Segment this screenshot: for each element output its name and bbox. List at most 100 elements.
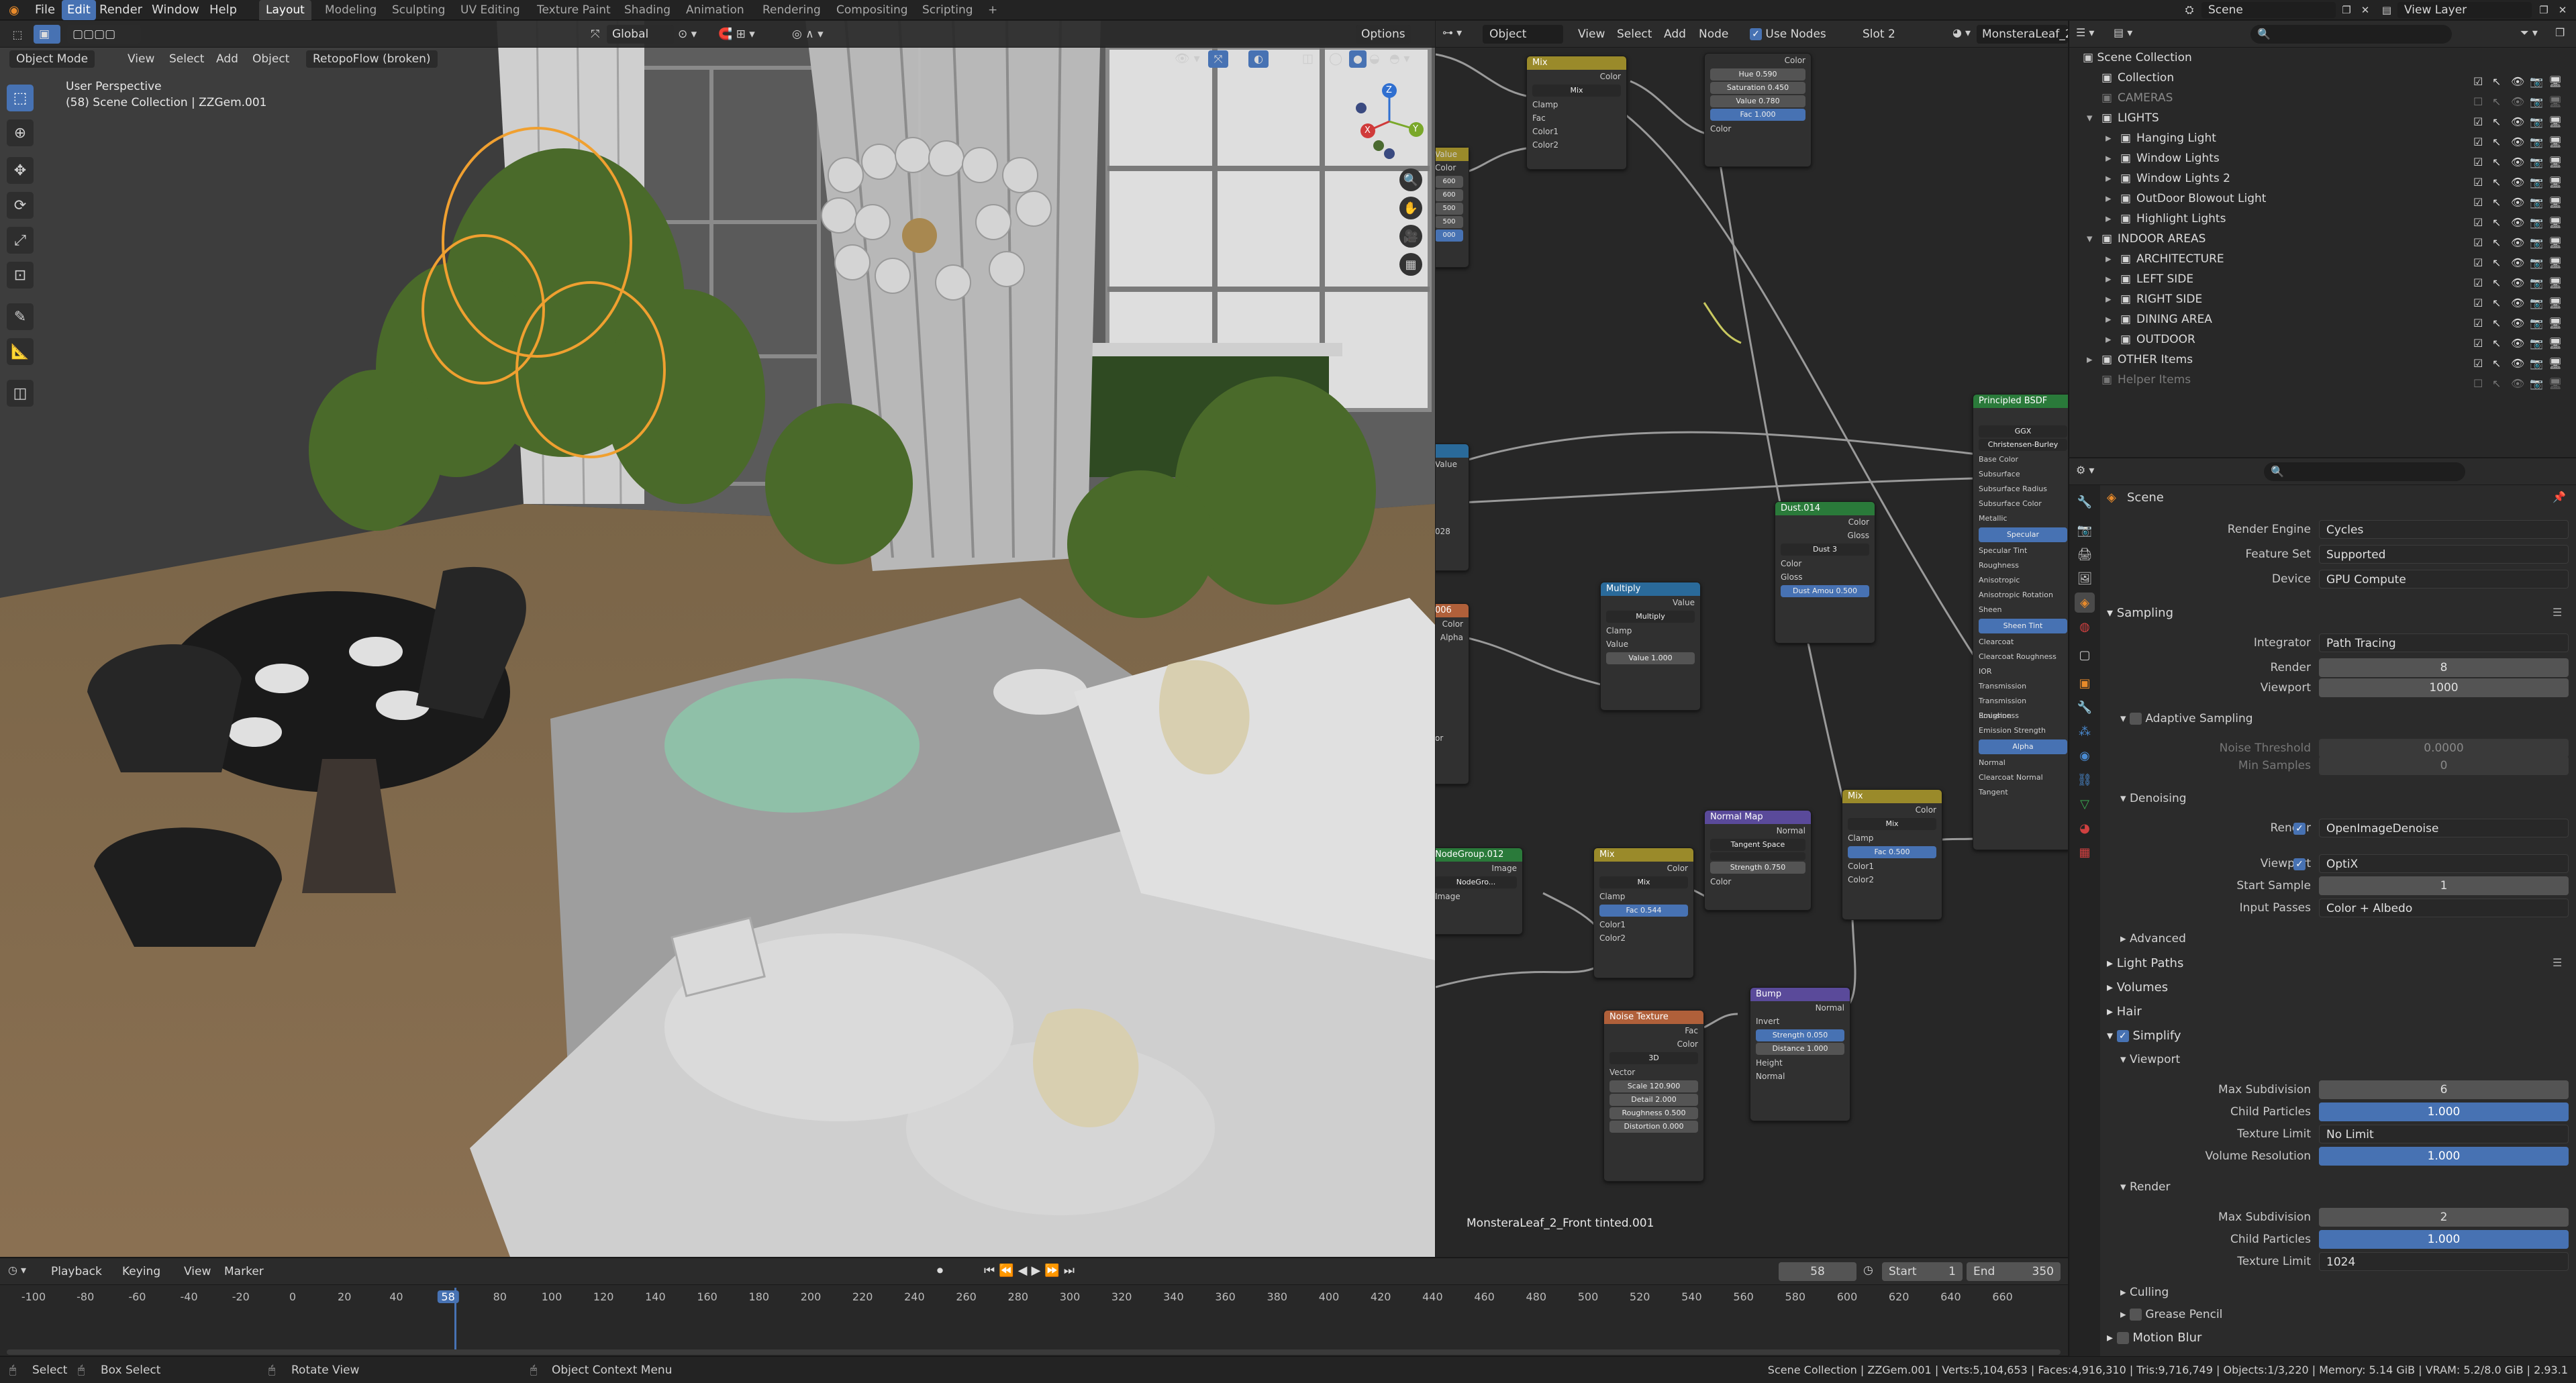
node-left-partial-texture[interactable]: 006 Color Alpha or [1436,603,1469,784]
node-nodegroup[interactable]: NodeGroup.012 Image NodeGro... Image [1436,848,1523,935]
expand-arrow-icon[interactable]: ▸ [2106,269,2112,289]
editor-type-properties-icon[interactable]: ⚙ ▾ [2076,464,2094,476]
move-tool-icon[interactable]: ✥ [7,157,34,184]
outliner-item[interactable]: ▸ ▣ OTHER Items ☑ ↖ 👁 📷 🖥 [2069,350,2576,370]
render-tab-icon[interactable]: 📷 [2075,520,2095,540]
denoise-viewport-checkbox[interactable]: ✓ [2293,857,2306,870]
pan-hand-icon[interactable]: ✋ [1399,197,1422,219]
editor-type-3d-icon[interactable]: ⬚ [5,26,30,42]
expand-arrow-icon[interactable]: ▾ [2087,229,2093,249]
motion-blur-panel[interactable]: ▸ Motion Blur [2107,1331,2201,1345]
simplify-render-panel[interactable]: ▾ Render [2120,1180,2170,1194]
node-subsurface-method-dropdown[interactable]: Christensen-Burley [1979,439,2067,451]
node-field[interactable]: 000 [1436,229,1463,242]
volumes-panel[interactable]: ▸ Volumes [2107,980,2168,994]
node-bsdf-input[interactable]: Subsurface Radius [1973,482,2068,497]
node-bsdf-input[interactable]: Sheen [1973,603,2068,617]
outliner-item[interactable]: ▸ ▣ ARCHITECTURE ☑ ↖ 👁 📷 🖥 [2069,249,2576,269]
menu-window[interactable]: Window [146,0,205,20]
zoom-icon[interactable]: 🔍 [1399,168,1422,191]
outliner-item[interactable]: ▸ ▣ Hanging Light ☑ ↖ 👁 📷 🖥 [2069,128,2576,148]
expand-arrow-icon[interactable]: ▸ [2106,249,2112,269]
node-mix-mode-dropdown[interactable]: Mix [1848,818,1936,830]
node-mix-top[interactable]: Mix Color Mix Clamp Fac Color1 Color2 [1526,56,1627,170]
node-mix-c[interactable]: Mix Color Mix Clamp Fac 0.500 Color1 Col… [1842,789,1942,920]
modifier-tab-icon[interactable]: 🔧 [2075,697,2095,717]
outliner-item[interactable]: ▸ ▣ OUTDOOR ☑ ↖ 👁 📷 🖥 [2069,329,2576,350]
data-tab-icon[interactable]: ▽ [2075,794,2095,814]
timeline[interactable]: ◷ ▾ Playback Keying View Marker ⏺ ⏮⏪◀▶⏩⏭… [0,1258,2068,1355]
viewport-samples-field[interactable]: 1000 [2319,678,2569,697]
menu-file[interactable]: File [30,0,60,20]
node-bsdf-input[interactable]: Anisotropic [1973,573,2068,588]
node-left-partial-mid[interactable]: Value 028 [1436,444,1469,571]
node-invert-checkbox[interactable]: Invert [1750,1015,1850,1028]
tab-compositing[interactable]: Compositing [830,0,915,20]
blender-logo-icon[interactable]: ◉ [5,3,23,17]
shading-solid-icon[interactable]: ● [1349,50,1367,68]
min-samples-field[interactable]: 0 [2319,756,2569,775]
object-tab-icon[interactable]: ▣ [2075,673,2095,693]
denoise-viewport-dropdown[interactable]: OptiX [2319,854,2569,873]
shader-node-editor[interactable]: ⊶ ▾ Object View Select Add Node ✓ Use No… [1436,21,2068,1257]
ortho-grid-icon[interactable]: ▦ [1399,253,1422,276]
node-bsdf-input[interactable]: Tangent [1973,785,2068,800]
outliner-item[interactable]: ▸ ▣ Highlight Lights ☑ ↖ 👁 📷 🖥 [2069,209,2576,229]
node-normal-map[interactable]: Normal Map Normal Tangent Space Strength… [1704,810,1812,911]
node-scale-field[interactable]: Scale 120.900 [1609,1080,1698,1092]
scene-icon[interactable]: ⛭ [2181,2,2197,18]
proportional-edit-icon[interactable]: ◎ ∧ ▾ [792,25,824,44]
select-box-tool-icon[interactable]: ▣ [34,25,60,44]
exclude-checkbox-icon[interactable]: ☐ [2473,374,2483,394]
camera-visibility-icon[interactable]: 📷 [2530,374,2543,394]
node-bsdf-input[interactable]: Clearcoat Normal [1973,770,2068,785]
constraints-tab-icon[interactable]: ⛓ [2075,770,2095,790]
node-field[interactable]: 600 [1436,176,1463,188]
add-cube-tool-icon[interactable]: ◫ [7,380,34,407]
outliner-search-input[interactable]: 🔍 [2250,25,2452,44]
texture-tab-icon[interactable]: ▦ [2075,842,2095,862]
expand-arrow-icon[interactable]: ▸ [2106,289,2112,309]
node-fac-field[interactable]: Fac 1.000 [1710,109,1805,121]
node-fac-field[interactable]: Fac 0.500 [1848,846,1936,858]
adaptive-sampling-panel[interactable]: ▾ Adaptive Sampling [2120,712,2253,725]
timeline-menu-view[interactable]: View [184,1265,211,1278]
start-sample-field[interactable]: 1 [2319,876,2569,895]
select-tool-icon[interactable]: ⬚ [7,85,34,111]
shading-rendered-icon[interactable]: ◓ ▾ [1389,50,1409,68]
node-bsdf-input[interactable]: Roughness [1973,558,2068,573]
options-dropdown[interactable]: Options [1356,25,1411,44]
delete-scene-icon[interactable]: ✕ [2357,2,2373,18]
denoise-render-checkbox[interactable]: ✓ [2293,821,2306,835]
node-bsdf-input[interactable]: Emission [1973,709,2068,723]
node-bsdf-input[interactable]: Metallic [1973,511,2068,526]
node-value-field[interactable]: Value 1.000 [1606,652,1695,664]
add-workspace-button[interactable]: + [981,0,1004,20]
tab-uv-editing[interactable]: UV Editing [454,0,527,20]
node-math-mode-dropdown[interactable]: Multiply [1606,611,1695,623]
filter-icon[interactable]: ⏷ ▾ [2520,26,2538,40]
node-bsdf-input[interactable]: Transmission [1973,679,2068,694]
node-bsdf-input[interactable]: Specular [1979,527,2067,542]
editor-type-timeline-icon[interactable]: ◷ ▾ [8,1264,26,1276]
material-tab-icon[interactable]: ◕ [2075,818,2095,838]
node-strength-field[interactable]: Strength 0.050 [1756,1029,1844,1041]
selection-mode-icons[interactable]: ▢▢▢▢ [67,25,141,44]
properties-editor[interactable]: ⚙ ▾ 🔍 🔧 📷 🖨 🖼 ◈ ◍ ▢ ▣ 🔧 ⁂ ◉ ⛓ ▽ ◕ ▦ ◈ Sc… [2069,458,2576,1371]
new-scene-icon[interactable]: ❐ [2338,2,2355,18]
outliner-item[interactable]: ▸ ▣ Window Lights ☑ ↖ 👁 📷 🖥 [2069,148,2576,168]
feature-set-dropdown[interactable]: Supported [2319,545,2569,564]
child-particles-slider[interactable]: 1.000 [2319,1103,2569,1121]
rotate-tool-icon[interactable]: ⟳ [7,192,34,219]
menu-select[interactable]: Select [169,50,204,68]
node-field[interactable]: 600 [1436,189,1463,201]
gizmo-toggle-icon[interactable]: ⤧ [1208,50,1228,68]
light-paths-panel[interactable]: ▸ Light Paths [2107,956,2183,970]
render-max-subdivision-field[interactable]: 2 [2319,1208,2569,1227]
node-group-selector[interactable]: NodeGro... [1436,876,1517,888]
scene-selector[interactable]: Scene [2201,2,2336,18]
xray-icon[interactable]: ◫ [1302,50,1314,68]
node-mix-mode-dropdown[interactable]: Mix [1599,876,1688,888]
expand-arrow-icon[interactable]: ▸ [2087,350,2093,370]
overlays-toggle-icon[interactable]: ◐ [1248,50,1269,68]
